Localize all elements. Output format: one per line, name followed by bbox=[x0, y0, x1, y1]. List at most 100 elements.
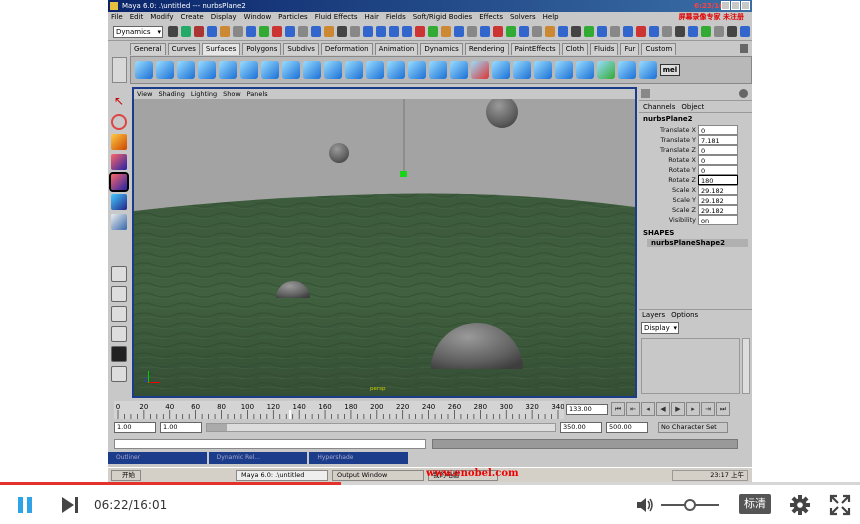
status-tool-icon[interactable] bbox=[363, 26, 373, 37]
persp-graph-layout-icon[interactable] bbox=[111, 326, 127, 342]
minimize-button[interactable] bbox=[721, 1, 730, 10]
attribute-value[interactable]: 180 bbox=[698, 175, 738, 185]
status-tool-icon[interactable] bbox=[168, 26, 178, 37]
menu-create[interactable]: Create bbox=[180, 12, 203, 23]
attribute-value[interactable]: on bbox=[698, 215, 738, 225]
viewport-menu-show[interactable]: Show bbox=[223, 89, 241, 99]
status-tool-icon[interactable] bbox=[285, 26, 295, 37]
panel-dynamic-rel-[interactable]: Dynamic Rel... bbox=[208, 452, 308, 464]
quality-button[interactable]: 标清 bbox=[739, 494, 771, 514]
shelf-tab-polygons[interactable]: Polygons bbox=[242, 43, 282, 55]
attribute-value[interactable]: 7.181 bbox=[698, 135, 738, 145]
channel-prefs-icon[interactable] bbox=[739, 89, 748, 98]
goto-start-icon[interactable]: ⏮ bbox=[611, 402, 625, 416]
surface-tool-icon[interactable] bbox=[618, 61, 636, 79]
menu-particles[interactable]: Particles bbox=[278, 12, 308, 23]
layers-scrollbar[interactable] bbox=[742, 338, 750, 394]
attribute-name[interactable]: Rotate X bbox=[639, 155, 698, 165]
surface-tool-icon[interactable] bbox=[408, 61, 426, 79]
viewport-scene[interactable]: z persp bbox=[134, 99, 635, 396]
time-slider[interactable]: 0 20 40 60 80 100 120 140 160 180 200 220 240 260 280 3… bbox=[114, 401, 564, 419]
attribute-name[interactable]: Translate Z bbox=[639, 145, 698, 155]
status-tool-icon[interactable] bbox=[545, 26, 555, 37]
status-tool-icon[interactable] bbox=[376, 26, 386, 37]
status-tool-icon[interactable] bbox=[415, 26, 425, 37]
play-back-icon[interactable]: ◀ bbox=[656, 402, 670, 416]
shelf-tab-fluids[interactable]: Fluids bbox=[590, 43, 619, 55]
layers-mode-select[interactable]: Display bbox=[641, 322, 679, 334]
channel-tab-object[interactable]: Object bbox=[681, 101, 704, 112]
status-tool-icon[interactable] bbox=[272, 26, 282, 37]
panel-hypershade[interactable]: Hypershade bbox=[309, 452, 409, 464]
surface-tool-icon[interactable] bbox=[303, 61, 321, 79]
status-tool-icon[interactable] bbox=[402, 26, 412, 37]
status-tool-icon[interactable] bbox=[493, 26, 503, 37]
status-tool-icon[interactable] bbox=[623, 26, 633, 37]
four-pane-layout-icon[interactable] bbox=[111, 286, 127, 302]
mel-script-icon[interactable]: mel bbox=[660, 64, 680, 76]
status-tool-icon[interactable] bbox=[298, 26, 308, 37]
panel-outliner[interactable]: Outliner bbox=[108, 452, 207, 464]
start-button[interactable]: 开始 bbox=[111, 470, 141, 481]
status-tool-icon[interactable] bbox=[441, 26, 451, 37]
attribute-value[interactable]: 0 bbox=[698, 125, 738, 135]
menu-help[interactable]: Help bbox=[543, 12, 559, 23]
attribute-value[interactable]: 29.182 bbox=[698, 195, 738, 205]
status-tool-icon[interactable] bbox=[740, 26, 750, 37]
status-tool-icon[interactable] bbox=[701, 26, 711, 37]
menu-modify[interactable]: Modify bbox=[150, 12, 173, 23]
status-tool-icon[interactable] bbox=[675, 26, 685, 37]
menu-display[interactable]: Display bbox=[211, 12, 237, 23]
range-slider[interactable] bbox=[206, 423, 556, 432]
shelf-tab-animation[interactable]: Animation bbox=[374, 43, 419, 55]
layers-menu-layers[interactable]: Layers bbox=[642, 310, 665, 320]
surface-tool-icon[interactable] bbox=[177, 61, 195, 79]
step-back-frame-icon[interactable]: ◂ bbox=[641, 402, 655, 416]
surface-tool-icon[interactable] bbox=[324, 61, 342, 79]
next-icon[interactable] bbox=[60, 497, 80, 513]
status-tool-icon[interactable] bbox=[233, 26, 243, 37]
shelf-tab-general[interactable]: General bbox=[130, 43, 166, 55]
menu-fluid-effects[interactable]: Fluid Effects bbox=[315, 12, 358, 23]
surface-tool-icon[interactable] bbox=[534, 61, 552, 79]
hypershade-layout-icon[interactable] bbox=[111, 346, 127, 362]
move-tool-icon[interactable] bbox=[111, 134, 127, 150]
shelf-tab-custom[interactable]: Custom bbox=[641, 43, 677, 55]
manipulator-tool-icon[interactable] bbox=[111, 194, 127, 210]
playback-end-field[interactable]: 350.00 bbox=[560, 422, 602, 433]
menu-edit[interactable]: Edit bbox=[130, 12, 144, 23]
viewport-menu-view[interactable]: View bbox=[137, 89, 152, 99]
character-set-select[interactable]: No Character Set bbox=[658, 422, 728, 433]
status-tool-icon[interactable] bbox=[389, 26, 399, 37]
settings-gear-icon[interactable] bbox=[789, 494, 811, 516]
attribute-name[interactable]: Rotate Z bbox=[639, 175, 698, 185]
surface-tool-icon[interactable] bbox=[261, 61, 279, 79]
attribute-value[interactable]: 0 bbox=[698, 145, 738, 155]
status-tool-icon[interactable] bbox=[467, 26, 477, 37]
taskbar-item-output[interactable]: Output Window bbox=[332, 470, 424, 481]
volume-slider[interactable] bbox=[661, 499, 719, 511]
status-tool-icon[interactable] bbox=[532, 26, 542, 37]
fullscreen-icon[interactable] bbox=[829, 494, 851, 516]
status-tool-icon[interactable] bbox=[714, 26, 724, 37]
shelf-trash-icon[interactable] bbox=[740, 44, 748, 53]
status-tool-icon[interactable] bbox=[688, 26, 698, 37]
status-tool-icon[interactable] bbox=[337, 26, 347, 37]
status-tool-icon[interactable] bbox=[636, 26, 646, 37]
attribute-name[interactable]: Visibility bbox=[639, 215, 698, 225]
surface-tool-icon[interactable] bbox=[639, 61, 657, 79]
shelf-tab-rendering[interactable]: Rendering bbox=[464, 43, 509, 55]
shelf-menu-button[interactable] bbox=[112, 57, 127, 83]
range-end-field[interactable]: 500.00 bbox=[606, 422, 648, 433]
last-tool-icon[interactable] bbox=[111, 214, 127, 230]
lasso-tool-icon[interactable] bbox=[111, 114, 127, 130]
status-tool-icon[interactable] bbox=[506, 26, 516, 37]
status-tool-icon[interactable] bbox=[207, 26, 217, 37]
step-back-key-icon[interactable]: ⇤ bbox=[626, 402, 640, 416]
surface-tool-icon[interactable] bbox=[282, 61, 300, 79]
viewport-menu-panels[interactable]: Panels bbox=[247, 89, 268, 99]
status-tool-icon[interactable] bbox=[662, 26, 672, 37]
menu-fields[interactable]: Fields bbox=[386, 12, 406, 23]
status-tool-icon[interactable] bbox=[558, 26, 568, 37]
surface-tool-icon[interactable] bbox=[156, 61, 174, 79]
